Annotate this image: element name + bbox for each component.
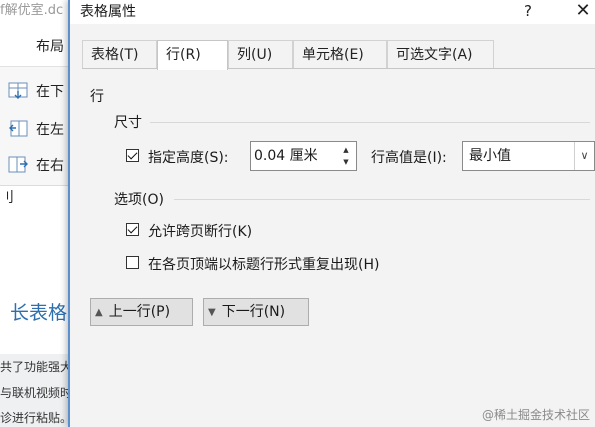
background-document-window: f解优室.dc 布局 在下 在左 在右 刂 长表格 共了功能强大 与联机视频时 … [0, 0, 72, 427]
dialog-title: 表格属性 [80, 4, 136, 20]
tab-alt-text[interactable]: 可选文字(A) [387, 40, 494, 69]
row-height-mode-select[interactable]: 最小值 ∨ [462, 141, 595, 171]
insert-below-icon [8, 82, 30, 100]
chevron-down-icon[interactable]: ∨ [574, 142, 594, 170]
previous-row-button[interactable]: ▲ 上一行(P) [90, 298, 193, 326]
document-body: 共了功能强大 与联机视频时 诊进行粘贴。 [0, 354, 72, 427]
repeat-header-label: 在各页顶端以标题行形式重复出现(H) [148, 257, 380, 273]
triangle-down-icon: ▼ [208, 307, 216, 318]
row-height-is-label: 行高值是(I): [371, 150, 447, 166]
dialog-titlebar: 表格属性 ? ✕ [70, 0, 595, 24]
size-group-divider [150, 122, 590, 123]
insert-right-button[interactable]: 在右 [8, 153, 64, 177]
triangle-up-icon: ▲ [95, 307, 103, 318]
background-window-title: f解优室.dc [0, 3, 64, 18]
insert-below-label: 在下 [36, 84, 64, 100]
tab-column[interactable]: 列(U) [228, 40, 293, 69]
insert-right-label: 在右 [36, 158, 64, 174]
document-line: 诊进行粘贴。 [0, 411, 73, 425]
options-group-divider [174, 199, 590, 200]
document-heading: 长表格 [10, 302, 68, 324]
row-height-mode-value: 最小值 [469, 148, 511, 164]
specify-height-checkbox[interactable] [126, 149, 139, 162]
ribbon-tab-layout[interactable]: 布局 [36, 36, 64, 56]
row-height-value[interactable]: 0.04 厘米 [254, 142, 334, 170]
insert-left-icon [8, 120, 30, 138]
size-group-title: 尺寸 [114, 115, 142, 131]
section-label-row: 行 [90, 89, 104, 105]
next-row-label: 下一行(N) [221, 304, 286, 320]
options-group-title: 选项(O) [114, 192, 164, 208]
insert-left-label: 在左 [36, 122, 64, 138]
specify-height-label: 指定高度(S): [148, 150, 229, 166]
insert-below-button[interactable]: 在下 [8, 79, 64, 103]
tab-cell[interactable]: 单元格(E) [293, 40, 387, 69]
insert-left-button[interactable]: 在左 [8, 117, 64, 141]
tab-table[interactable]: 表格(T) [82, 40, 157, 69]
repeat-header-checkbox[interactable] [126, 256, 139, 269]
allow-row-break-checkbox[interactable] [126, 223, 139, 236]
insert-right-icon [8, 156, 30, 174]
stepper-down-icon[interactable]: ▼ [338, 156, 354, 168]
document-line: 共了功能强大 [0, 360, 73, 374]
stepper-up-icon[interactable]: ▲ [338, 144, 354, 156]
ribbon-group-label: 刂 [0, 190, 14, 206]
document-line: 与联机视频时 [0, 386, 73, 400]
table-properties-dialog: 表格属性 ? ✕ 表格(T) 行(R) 列(U) 单元格(E) 可选文字(A) … [68, 0, 595, 427]
allow-row-break-label: 允许跨页断行(K) [148, 224, 253, 240]
next-row-button[interactable]: ▼ 下一行(N) [203, 298, 309, 326]
help-button[interactable]: ? [518, 0, 538, 22]
tab-row[interactable]: 行(R) [157, 40, 228, 70]
stepper-buttons: ▲ ▼ [338, 144, 354, 168]
ribbon-panel: 在下 在左 在右 [0, 66, 72, 186]
close-button[interactable]: ✕ [570, 0, 595, 22]
row-height-stepper[interactable]: 0.04 厘米 ▲ ▼ [250, 141, 357, 171]
previous-row-label: 上一行(P) [108, 304, 171, 320]
watermark: @稀土掘金技术社区 [482, 408, 591, 422]
